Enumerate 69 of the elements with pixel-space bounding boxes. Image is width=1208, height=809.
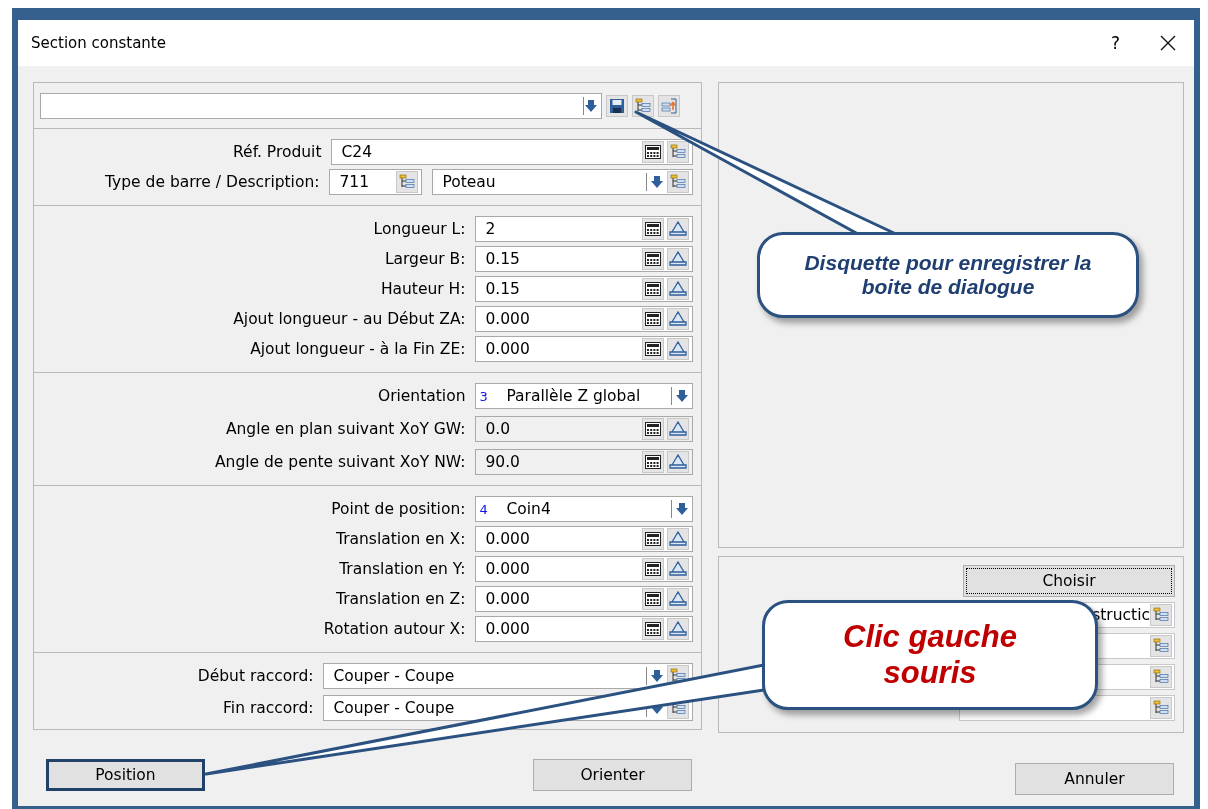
calculator-icon[interactable] [642, 278, 665, 300]
dropdown-arrow-icon[interactable] [675, 502, 690, 516]
input-field[interactable]: 0.000 [475, 526, 694, 552]
field-label: Ajout longueur - au Début ZA: [233, 310, 466, 328]
field-label: Rotation autour X: [323, 620, 466, 638]
measure-icon[interactable] [667, 588, 690, 610]
field-label: Fin raccord: [223, 699, 314, 717]
dropdown[interactable]: 4 Coin4 [475, 496, 694, 522]
field-label: Translation en X: [335, 530, 466, 548]
input-field[interactable]: C24 [331, 139, 694, 165]
tree-icon[interactable] [396, 171, 419, 193]
input-field[interactable]: 0.000 [475, 306, 694, 332]
close-icon[interactable] [1160, 35, 1176, 51]
measure-icon[interactable] [667, 308, 690, 330]
measure-icon[interactable] [667, 218, 690, 240]
field-label: Largeur B: [384, 250, 466, 268]
input-field[interactable]: 711 [329, 169, 423, 195]
dropdown-arrow-icon[interactable] [650, 175, 665, 189]
field-label: Hauteur H: [380, 280, 466, 298]
input-field[interactable]: 0.000 [475, 556, 694, 582]
dropdown-arrow-icon[interactable] [675, 389, 690, 403]
calculator-icon[interactable] [642, 338, 665, 360]
calculator-icon[interactable] [642, 218, 665, 240]
choose-button[interactable]: Choisir [963, 565, 1175, 597]
field-label: Angle de pente suivant XoY NW: [214, 453, 466, 471]
field-label: Type de barre / Description: [105, 173, 320, 191]
field-label: Début raccord: [197, 667, 314, 685]
window-title: Section constante [31, 34, 167, 52]
save-icon[interactable] [606, 94, 628, 117]
dropdown-arrow-icon[interactable] [650, 669, 665, 683]
field-label: Orientation [377, 387, 466, 405]
field-label: Translation en Z: [335, 590, 466, 608]
dropdown-arrow-icon[interactable] [584, 98, 598, 113]
field-label: Angle en plan suivant XoY GW: [225, 420, 466, 438]
input-field[interactable]: 0.15 [475, 276, 694, 302]
dropdown[interactable]: Couper - Coupe [323, 663, 694, 689]
dropdown[interactable]: 3 Parallèle Z global [475, 383, 694, 409]
input-field[interactable]: 2 [475, 216, 694, 242]
dialog-button[interactable]: Orienter [533, 759, 692, 791]
calculator-icon[interactable] [642, 588, 665, 610]
dialog-button[interactable]: Annuler [1015, 763, 1174, 795]
tree-icon[interactable] [667, 171, 690, 193]
input-field[interactable]: 0.000 [475, 616, 694, 642]
input-field[interactable]: 0.000 [475, 586, 694, 612]
tree-icon[interactable] [632, 94, 654, 117]
callout-tooltip: Disquette pour enregistrer la boite de dialogue [757, 232, 1139, 318]
field-label: Ajout longueur - à la Fin ZE: [250, 340, 466, 358]
input-field[interactable]: 0.000 [475, 336, 694, 362]
input-field[interactable]: 0.15 [475, 246, 694, 272]
calculator-icon[interactable] [642, 558, 665, 580]
measure-icon[interactable] [667, 278, 690, 300]
calculator-icon[interactable] [642, 141, 665, 163]
measure-icon[interactable] [667, 248, 690, 270]
measure-icon[interactable] [667, 618, 690, 640]
help-button[interactable]: ? [1110, 33, 1120, 53]
dialog-button[interactable]: Position [46, 759, 205, 791]
measure-icon[interactable] [667, 558, 690, 580]
dropdown[interactable]: Poteau [432, 169, 694, 195]
field-label: Réf. Produit [233, 143, 322, 161]
measure-icon[interactable] [667, 338, 690, 360]
field-label: Point de position: [331, 500, 466, 518]
calculator-icon[interactable] [642, 308, 665, 330]
field-label: Longueur L: [373, 220, 466, 238]
calculator-icon[interactable] [642, 528, 665, 550]
measure-icon[interactable] [667, 528, 690, 550]
tree-icon[interactable] [667, 141, 690, 163]
calculator-icon[interactable] [642, 248, 665, 270]
field-label: Translation en Y: [339, 560, 466, 578]
calculator-icon[interactable] [642, 618, 665, 640]
